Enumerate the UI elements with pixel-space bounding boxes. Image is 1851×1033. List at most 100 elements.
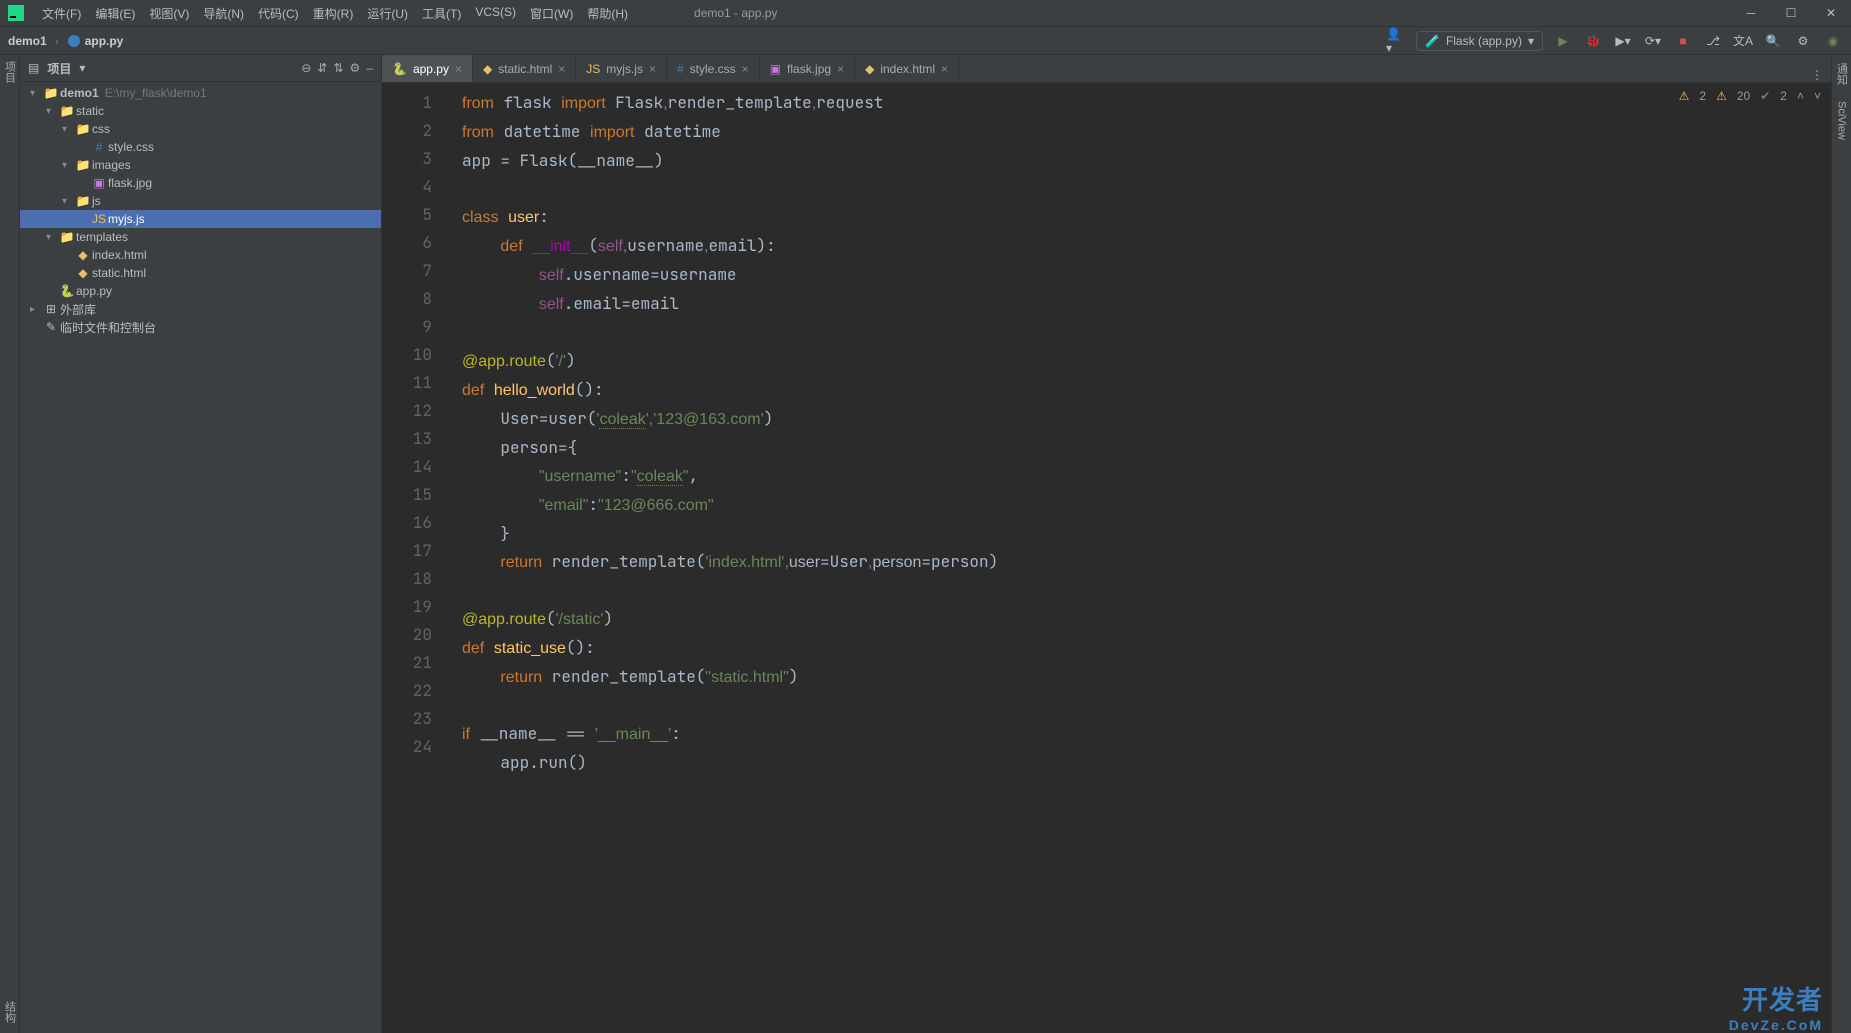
tree-arrow-icon[interactable]: ▾ bbox=[62, 196, 74, 207]
menu-item[interactable]: 重构(R) bbox=[307, 1, 360, 26]
menu-item[interactable]: 视图(V) bbox=[143, 1, 195, 26]
run-more-button[interactable]: ▶▾ bbox=[1613, 31, 1633, 51]
run-configuration-dropdown[interactable]: 🧪 Flask (app.py) ▾ bbox=[1416, 31, 1543, 51]
breadcrumb-file[interactable]: app.py bbox=[85, 34, 124, 48]
folder-icon: 📁 bbox=[74, 122, 92, 136]
breadcrumb[interactable]: demo1 › app.py bbox=[8, 34, 123, 48]
js-icon: JS bbox=[90, 212, 108, 226]
project-tree[interactable]: ▾📁demo1E:\my_flask\demo1▾📁static▾📁css#st… bbox=[20, 82, 381, 1033]
close-tab-icon[interactable]: × bbox=[941, 62, 948, 76]
tree-item[interactable]: ▾📁static bbox=[20, 102, 381, 120]
editor-tab[interactable]: #style.css× bbox=[667, 55, 760, 82]
menu-item[interactable]: 文件(F) bbox=[36, 1, 87, 26]
stop-button[interactable]: ■ bbox=[1673, 31, 1693, 51]
menu-item[interactable]: 导航(N) bbox=[197, 1, 250, 26]
tree-item[interactable]: ▾📁images bbox=[20, 156, 381, 174]
tree-item-label: 临时文件和控制台 bbox=[60, 319, 156, 336]
code-editor[interactable]: from flask import Flask,render_template,… bbox=[458, 83, 1831, 1033]
close-tab-icon[interactable]: × bbox=[649, 62, 656, 76]
tree-item[interactable]: ▣flask.jpg bbox=[20, 174, 381, 192]
structure-tool-button[interactable]: 结构 bbox=[2, 1001, 18, 1023]
chevron-down-icon[interactable]: ▾ bbox=[79, 61, 85, 75]
tree-arrow-icon[interactable]: ▾ bbox=[62, 124, 74, 135]
settings-icon[interactable]: ⚙ bbox=[1793, 31, 1813, 51]
tree-item-label: app.py bbox=[76, 284, 112, 298]
coverage-button[interactable]: ⟳▾ bbox=[1643, 31, 1663, 51]
html-icon: ◆ bbox=[483, 62, 492, 76]
tree-arrow-icon[interactable]: ▾ bbox=[46, 106, 58, 117]
tree-item[interactable]: ◆index.html bbox=[20, 246, 381, 264]
tree-item-label: js bbox=[92, 194, 101, 208]
close-tab-icon[interactable]: × bbox=[558, 62, 565, 76]
close-tab-icon[interactable]: × bbox=[837, 62, 844, 76]
editor-tab[interactable]: ◆index.html× bbox=[855, 55, 959, 82]
editor-area: 🐍app.py×◆static.html×JSmyjs.js×#style.cs… bbox=[382, 55, 1831, 1033]
tree-item[interactable]: JSmyjs.js bbox=[20, 210, 381, 228]
menu-item[interactable]: 工具(T) bbox=[416, 1, 467, 26]
tree-item[interactable]: ▸⊞外部库 bbox=[20, 300, 381, 318]
tree-item-label: css bbox=[92, 122, 110, 136]
editor-tab[interactable]: ▣ flask.jpg × bbox=[760, 55, 855, 82]
sidebar-tool-button[interactable]: ⇅ bbox=[333, 61, 343, 75]
tab-label: flask.jpg bbox=[787, 62, 831, 76]
tree-item[interactable]: ▾📁css bbox=[20, 120, 381, 138]
project-tool-button[interactable]: 项目 bbox=[2, 61, 18, 83]
tree-item[interactable]: #style.css bbox=[20, 138, 381, 156]
folder-icon: 📁 bbox=[58, 230, 76, 244]
tree-arrow-icon[interactable]: ▾ bbox=[46, 232, 58, 243]
menu-item[interactable]: 帮助(H) bbox=[581, 1, 634, 26]
add-user-icon[interactable]: 👤▾ bbox=[1386, 31, 1406, 51]
breadcrumb-project[interactable]: demo1 bbox=[8, 34, 47, 48]
pycharm-database-icon[interactable]: ◉ bbox=[1823, 31, 1843, 51]
editor-tab-bar[interactable]: 🐍app.py×◆static.html×JSmyjs.js×#style.cs… bbox=[382, 55, 1831, 83]
menu-item[interactable]: 编辑(E) bbox=[89, 1, 141, 26]
sidebar-header: ▤ 项目 ▾ ⊖⇵⇅⚙– bbox=[20, 55, 381, 82]
menu-item[interactable]: 运行(U) bbox=[361, 1, 414, 26]
tree-arrow-icon[interactable]: ▸ bbox=[30, 304, 42, 315]
minimize-button[interactable]: ─ bbox=[1731, 0, 1771, 27]
close-button[interactable]: ✕ bbox=[1811, 0, 1851, 27]
tree-item[interactable]: ▾📁demo1E:\my_flask\demo1 bbox=[20, 84, 381, 102]
sciview-tool-button[interactable]: SciView bbox=[1836, 101, 1848, 140]
run-button[interactable]: ▶ bbox=[1553, 31, 1573, 51]
git-branch-icon[interactable]: ⎇ bbox=[1703, 31, 1723, 51]
warning-count-2: 20 bbox=[1737, 89, 1750, 103]
next-highlight-icon[interactable]: ˅ bbox=[1814, 89, 1821, 103]
tree-item[interactable]: 🐍app.py bbox=[20, 282, 381, 300]
sidebar-tool-button[interactable]: ⚙ bbox=[350, 61, 361, 75]
translate-icon[interactable]: 文A bbox=[1733, 31, 1753, 51]
editor-body[interactable]: 123456789101112131415161718192021222324 … bbox=[382, 83, 1831, 1033]
tree-item-label: static.html bbox=[92, 266, 146, 280]
watermark: 开发者 DevZe.CoM bbox=[1729, 980, 1823, 1033]
maximize-button[interactable]: ☐ bbox=[1771, 0, 1811, 27]
tree-item[interactable]: ✎临时文件和控制台 bbox=[20, 318, 381, 336]
fold-gutter[interactable] bbox=[442, 83, 458, 1033]
tree-item-label: style.css bbox=[108, 140, 154, 154]
search-everywhere-icon[interactable]: 🔍 bbox=[1763, 31, 1783, 51]
close-tab-icon[interactable]: × bbox=[742, 62, 749, 76]
editor-tab[interactable]: ◆static.html× bbox=[473, 55, 576, 82]
tree-item-label: index.html bbox=[92, 248, 147, 262]
tree-arrow-icon[interactable]: ▾ bbox=[30, 88, 42, 99]
prev-highlight-icon[interactable]: ˄ bbox=[1797, 89, 1804, 103]
tree-arrow-icon[interactable]: ▾ bbox=[62, 160, 74, 171]
tree-item[interactable]: ▾📁templates bbox=[20, 228, 381, 246]
menu-item[interactable]: 窗口(W) bbox=[524, 1, 579, 26]
tab-overflow-icon[interactable]: ⋮ bbox=[1803, 68, 1831, 82]
sidebar-tool-button[interactable]: ⇵ bbox=[317, 61, 327, 75]
sidebar-tool-button[interactable]: ⊖ bbox=[301, 61, 311, 75]
sidebar-tools: ⊖ ⇵ ⇅ ⚙– bbox=[301, 61, 373, 75]
tree-item[interactable]: ▾📁js bbox=[20, 192, 381, 210]
menu-item[interactable]: 代码(C) bbox=[252, 1, 305, 26]
main-menu[interactable]: 文件(F)编辑(E)视图(V)导航(N)代码(C)重构(R)运行(U)工具(T)… bbox=[36, 1, 634, 26]
tree-item[interactable]: ◆static.html bbox=[20, 264, 381, 282]
inspections-widget[interactable]: ⚠2 ⚠20 ✔2 ˄ ˅ bbox=[1679, 89, 1821, 103]
editor-tab[interactable]: JSmyjs.js× bbox=[576, 55, 667, 82]
notifications-tool-button[interactable]: 通知 bbox=[1834, 63, 1850, 85]
editor-tab[interactable]: 🐍app.py× bbox=[382, 55, 473, 82]
close-tab-icon[interactable]: × bbox=[455, 62, 462, 76]
debug-button[interactable]: 🐞 bbox=[1583, 31, 1603, 51]
sidebar-tool-button[interactable]: – bbox=[366, 61, 373, 75]
jpg-icon: ▣ bbox=[770, 62, 781, 76]
menu-item[interactable]: VCS(S) bbox=[469, 1, 522, 26]
